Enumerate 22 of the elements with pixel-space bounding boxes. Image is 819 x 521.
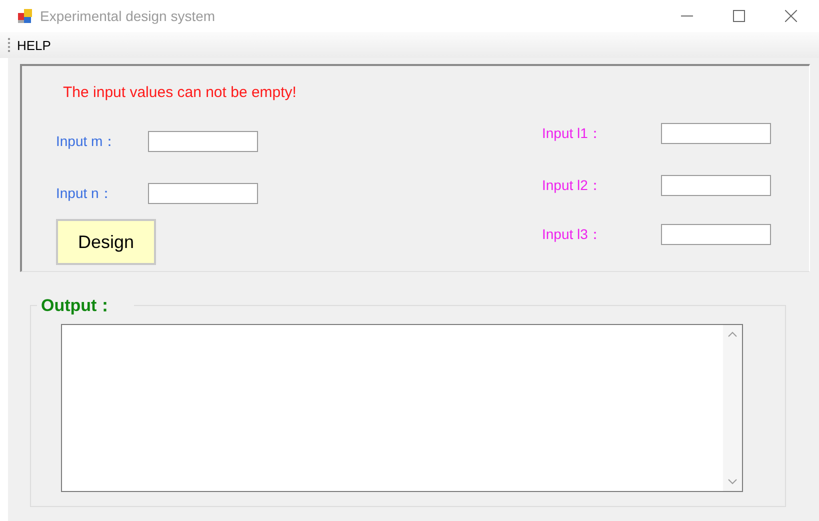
- app-icon: [17, 8, 33, 24]
- grip-icon: [8, 37, 11, 53]
- output-field[interactable]: [61, 324, 743, 492]
- field-label: Input l3：: [542, 226, 603, 244]
- field-label: Input l2：: [542, 176, 603, 194]
- input-field[interactable]: [661, 123, 771, 144]
- window-title: Experimental design system: [40, 8, 216, 24]
- input-field[interactable]: [148, 183, 258, 204]
- chevron-down-icon[interactable]: [728, 479, 737, 485]
- chevron-up-icon[interactable]: [728, 331, 737, 337]
- error-message: The input values can not be empty!: [63, 84, 296, 102]
- input-field[interactable]: [661, 224, 771, 245]
- input-field[interactable]: [661, 175, 771, 196]
- input-field[interactable]: [148, 131, 258, 152]
- field-label: Input n：: [56, 184, 114, 202]
- menu-item[interactable]: HELP: [11, 38, 57, 52]
- close-icon: [785, 10, 797, 22]
- maximize-icon: [733, 10, 745, 22]
- field-label: Input m：: [56, 132, 118, 150]
- field-label: Input l1：: [542, 124, 603, 142]
- scrollbar[interactable]: [723, 325, 742, 491]
- design-button[interactable]: Design: [56, 219, 156, 265]
